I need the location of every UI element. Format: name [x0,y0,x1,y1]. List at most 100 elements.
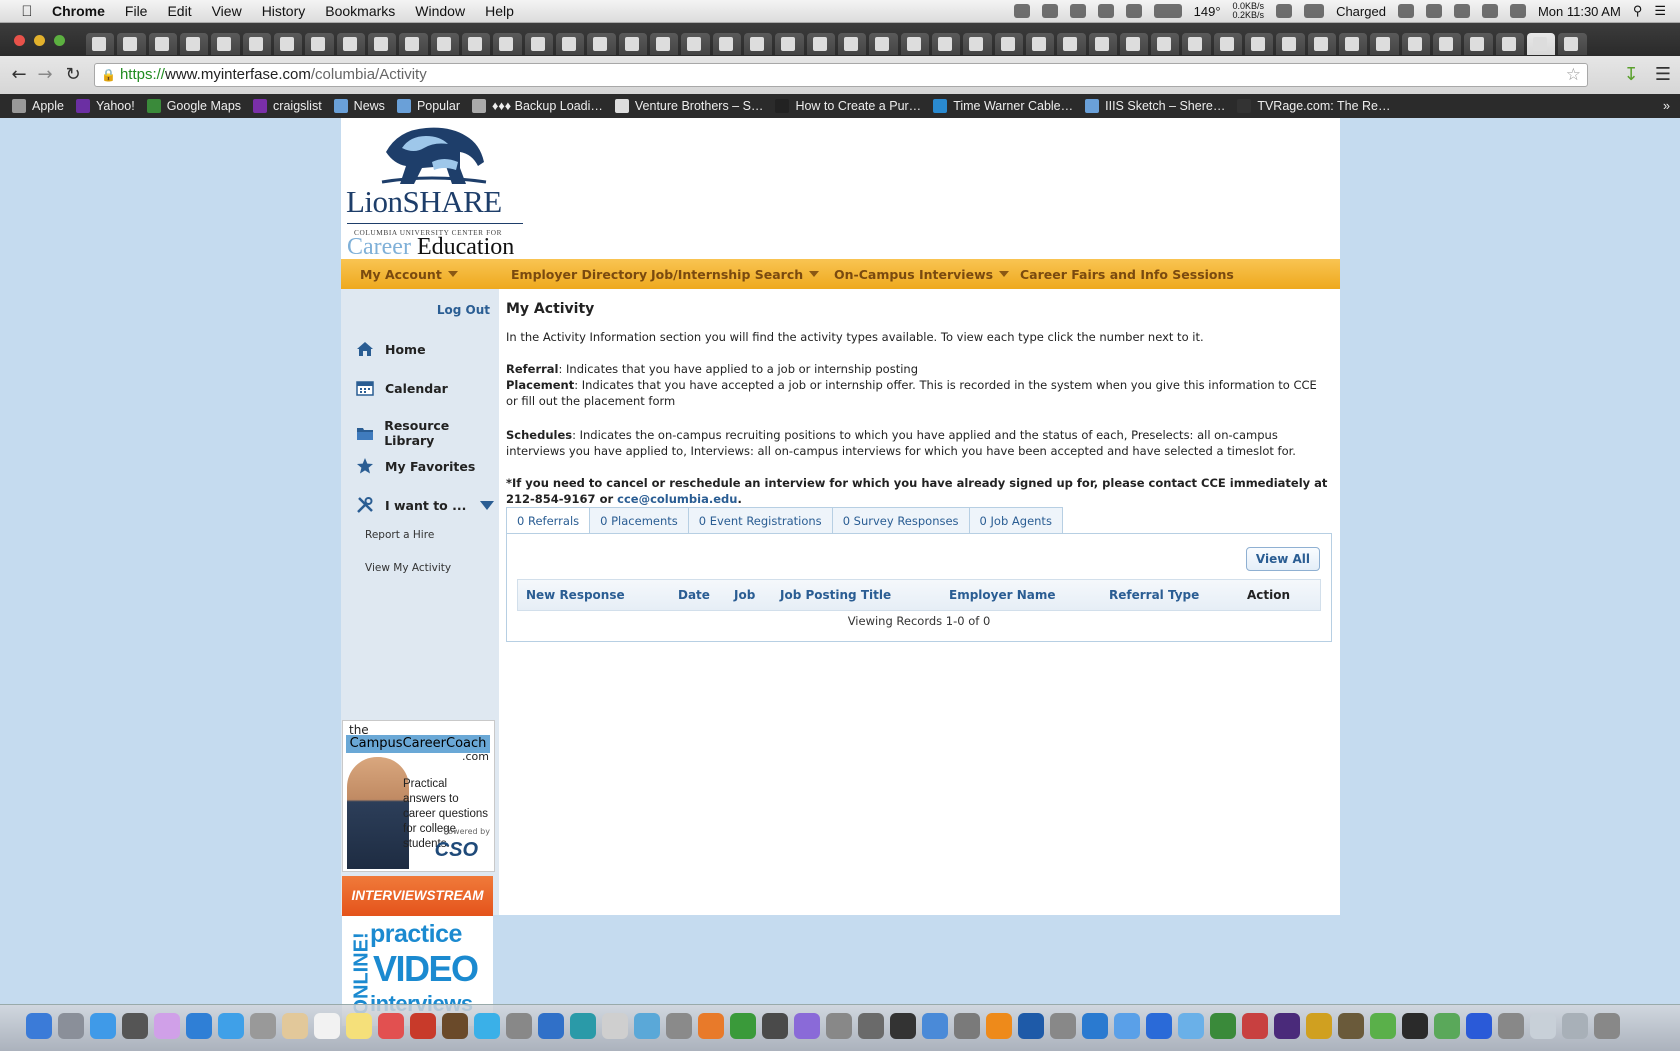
dock-app-icon[interactable] [1402,1013,1428,1039]
browser-tab[interactable] [399,33,428,55]
bookmarks-overflow-icon[interactable]: » [1663,99,1670,113]
browser-tab[interactable] [587,33,616,55]
browser-tab[interactable] [211,33,240,55]
sidebar-item-calendar[interactable]: Calendar [355,379,448,397]
nav-career-fairs[interactable]: Career Fairs and Info Sessions [1020,267,1234,282]
dock-app-icon[interactable] [1434,1013,1460,1039]
browser-tab[interactable] [712,33,741,55]
dock-app-icon[interactable] [1146,1013,1172,1039]
dock-app-icon[interactable] [538,1013,564,1039]
bookmark-item[interactable]: Apple [12,99,64,113]
dock-app-icon[interactable] [890,1013,916,1039]
zoom-window-icon[interactable] [54,35,65,46]
headphones-icon[interactable] [1041,4,1058,18]
tab-placements[interactable]: 0 Placements [589,507,688,535]
forward-arrow-icon[interactable]: → [34,64,56,85]
dock-app-icon[interactable] [1498,1013,1524,1039]
browser-tab[interactable] [1245,33,1274,55]
tab-job-agents[interactable]: 0 Job Agents [968,507,1063,535]
browser-tab[interactable] [524,33,553,55]
download-arrow-icon[interactable]: ↧ [1620,64,1642,85]
dock-app-icon[interactable] [1370,1013,1396,1039]
dock-app-icon[interactable] [1178,1013,1204,1039]
browser-tab[interactable] [931,33,961,55]
dropbox-icon[interactable] [1013,4,1030,18]
browser-tab[interactable] [743,33,773,55]
campus-career-coach-ad[interactable]: the CampusCareerCoach .com Practical ans… [342,720,495,872]
menu-file[interactable]: File [115,3,158,19]
dock-app-icon[interactable] [250,1013,276,1039]
tab-event-registrations[interactable]: 0 Event Registrations [687,507,832,535]
browser-tab[interactable] [1182,33,1211,55]
dock-app-icon[interactable] [154,1013,180,1039]
bookmark-item[interactable]: Popular [396,99,460,113]
bookmark-item[interactable]: TVRage.com: The Re… [1237,99,1390,113]
browser-tab[interactable] [1558,33,1587,55]
dock-app-icon[interactable] [474,1013,500,1039]
browser-tab[interactable] [1057,33,1086,55]
browser-tab[interactable] [869,33,898,55]
dock-app-icon[interactable] [1050,1013,1076,1039]
browser-tab[interactable] [1370,33,1399,55]
dock-app-icon[interactable] [1306,1013,1332,1039]
browser-tab[interactable] [1495,33,1525,55]
dock-app-icon[interactable] [986,1013,1012,1039]
browser-tab[interactable] [1464,33,1493,55]
sidebar-item-my-favorites[interactable]: My Favorites [355,457,475,475]
dock-app-icon[interactable] [58,1013,84,1039]
bookmark-item[interactable]: craigslist [253,99,322,113]
warning-icon[interactable] [1125,4,1142,18]
browser-tab[interactable] [1527,33,1556,55]
column-job[interactable]: Job [734,588,755,602]
dock-app-icon[interactable] [346,1013,372,1039]
browser-tab[interactable] [837,33,867,55]
dock-app-icon[interactable] [730,1013,756,1039]
browser-tab[interactable] [555,33,585,55]
browser-tab[interactable] [1088,33,1117,55]
browser-tab[interactable] [1151,33,1180,55]
column-employer-name[interactable]: Employer Name [949,588,1056,602]
notification-center-icon[interactable]: ☰ [1654,3,1666,19]
dock-app-icon[interactable] [378,1013,404,1039]
browser-tab[interactable] [1119,33,1149,55]
bookmark-item[interactable]: Time Warner Cable… [933,99,1073,113]
reload-icon[interactable]: ↻ [62,64,84,85]
column-referral-type[interactable]: Referral Type [1109,588,1199,602]
browser-tab[interactable] [117,33,146,55]
dock-app-icon[interactable] [762,1013,788,1039]
browser-tab[interactable] [336,33,365,55]
browser-tab[interactable] [1276,33,1305,55]
bookmark-item[interactable]: Venture Brothers – S… [614,99,763,113]
column-date[interactable]: Date [678,588,710,602]
nav-employer-directory[interactable]: Employer Directory [511,267,647,282]
nav-job-internship-search[interactable]: Job/Internship Search [651,267,820,282]
menu-edit[interactable]: Edit [157,3,201,19]
display-icon[interactable] [1453,4,1470,18]
bookmark-item[interactable]: How to Create a Pur… [775,99,921,113]
browser-tab[interactable] [994,33,1023,55]
dock-app-icon[interactable] [634,1013,660,1039]
nav-on-campus-interviews[interactable]: On-Campus Interviews [834,267,1010,282]
column-job-posting-title[interactable]: Job Posting Title [780,588,891,602]
dock-app-icon[interactable] [826,1013,852,1039]
back-arrow-icon[interactable]: ← [8,64,30,85]
dock-app-icon[interactable] [26,1013,52,1039]
browser-tab[interactable] [681,33,710,55]
browser-tab[interactable] [242,33,271,55]
dock-app-icon[interactable] [122,1013,148,1039]
browser-tab[interactable] [493,33,522,55]
browser-tab[interactable] [775,33,804,55]
menu-view[interactable]: View [202,3,252,19]
paw-icon[interactable] [1097,4,1114,18]
menu-history[interactable]: History [252,3,316,19]
browser-tab[interactable] [1213,33,1243,55]
dock-app-icon[interactable] [442,1013,468,1039]
browser-tab[interactable] [1339,33,1368,55]
bookmark-item[interactable]: News [333,99,385,113]
browser-tab[interactable] [1401,33,1431,55]
bluetooth-icon[interactable] [1481,4,1498,18]
browser-tab[interactable] [963,33,992,55]
dock-app-icon[interactable] [1338,1013,1364,1039]
menu-window[interactable]: Window [405,3,475,19]
dock-app-icon[interactable] [506,1013,532,1039]
